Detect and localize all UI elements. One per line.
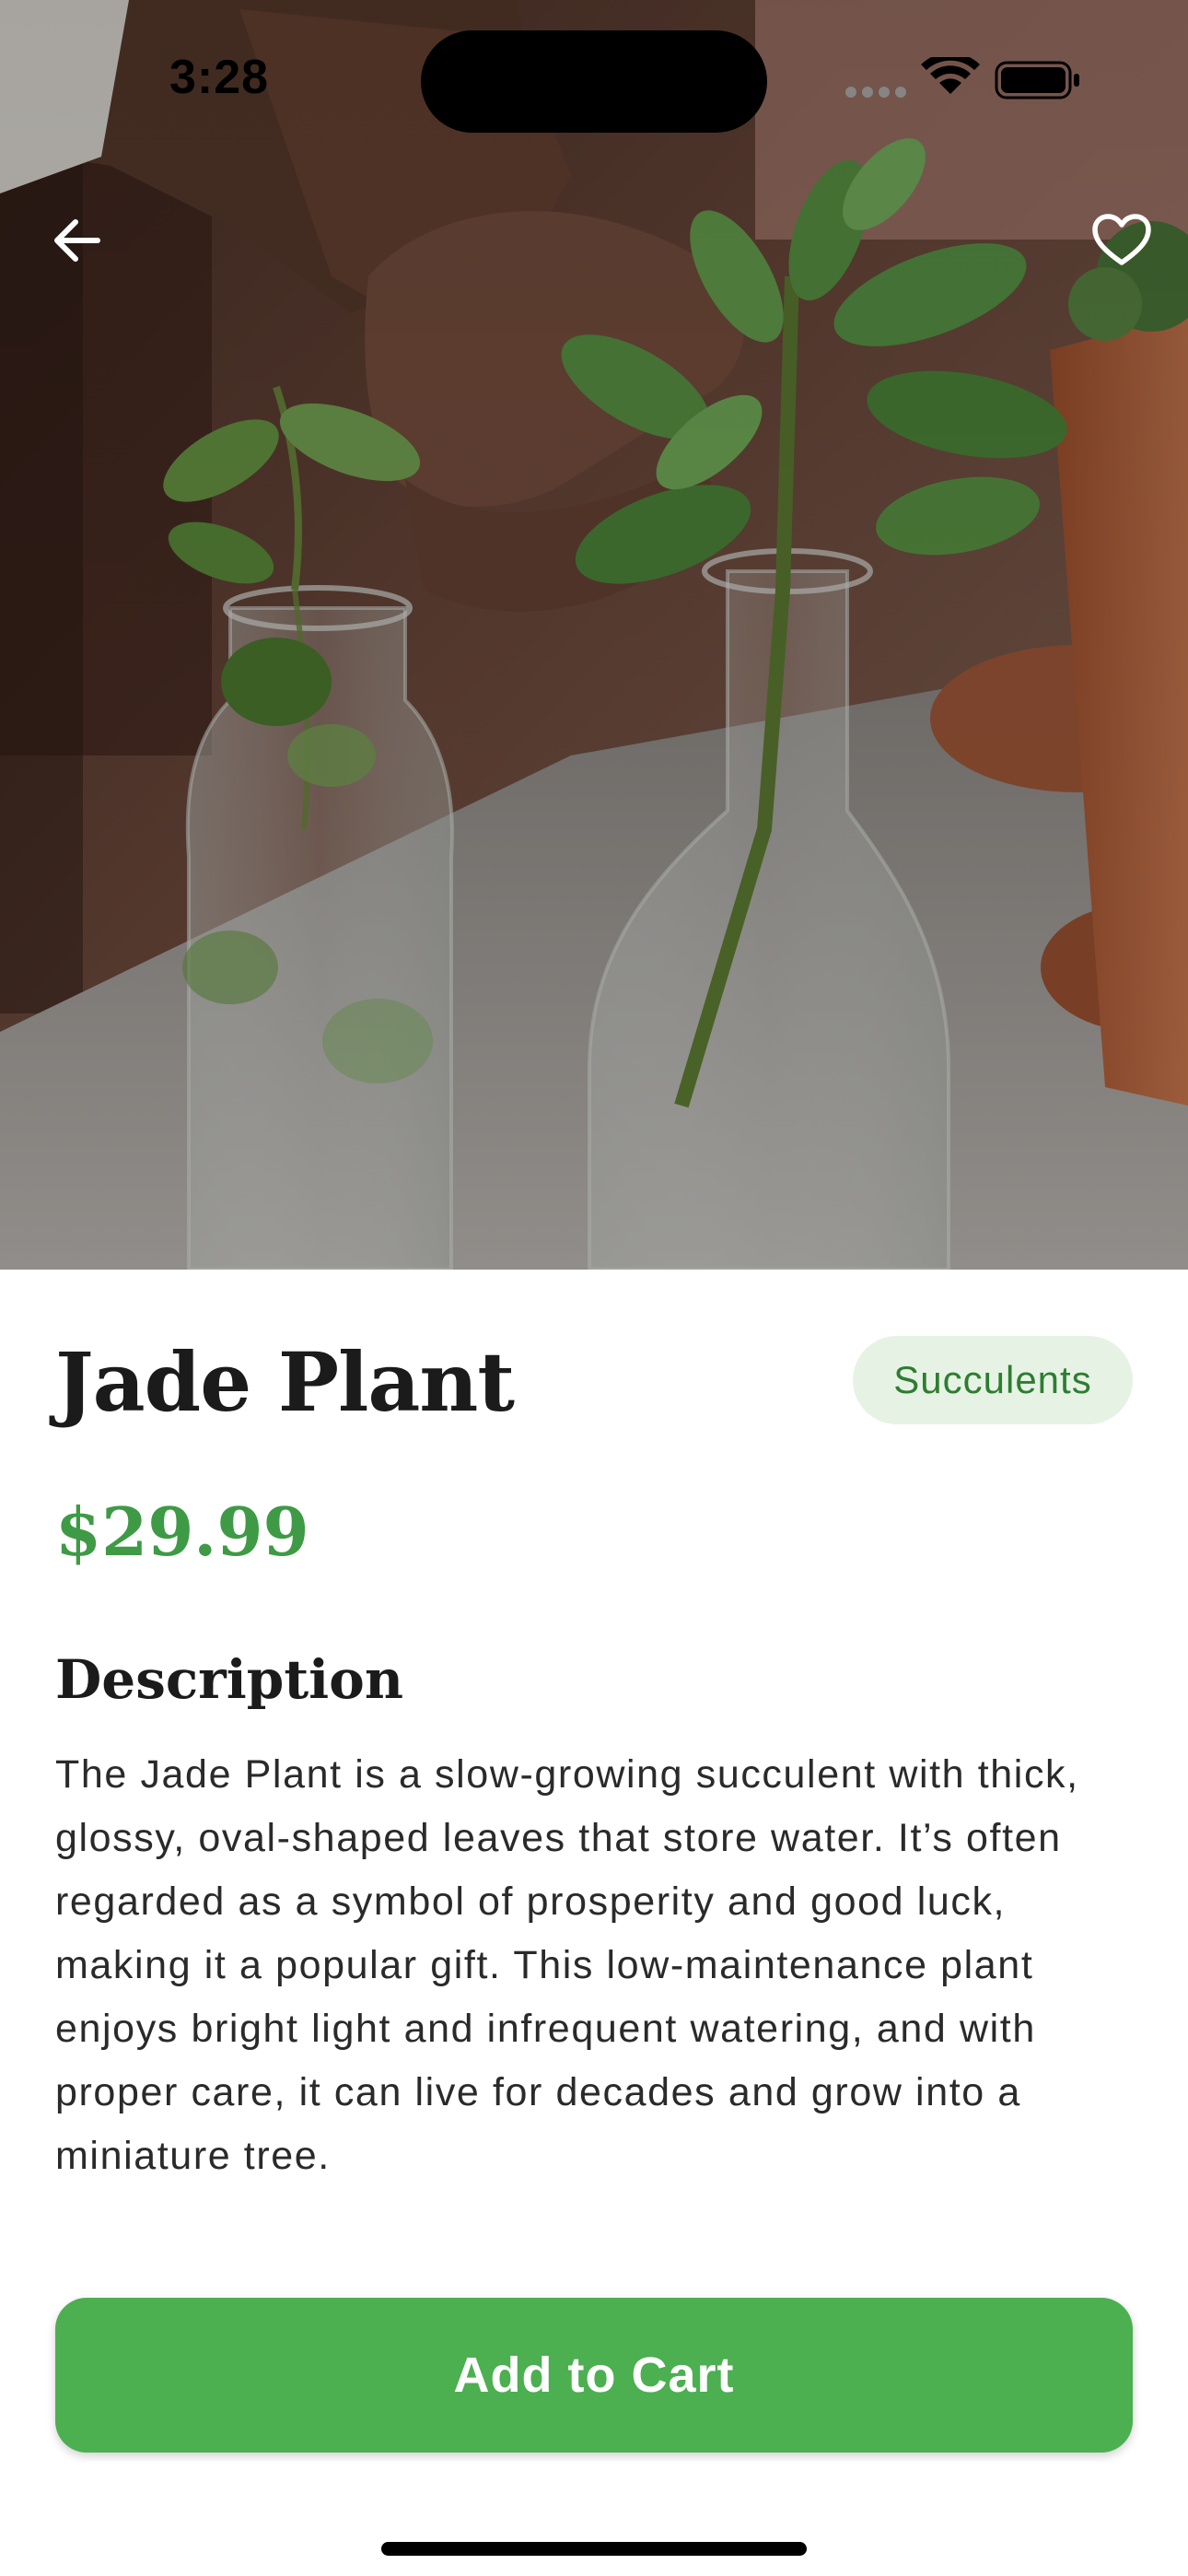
product-hero-image	[0, 0, 1188, 1270]
status-icons	[840, 53, 1089, 103]
status-time: 3:28	[169, 51, 270, 104]
product-title: Jade Plant	[55, 1334, 515, 1430]
favorite-button[interactable]	[1077, 196, 1166, 285]
wifi-icon	[921, 53, 980, 94]
arrow-left-icon	[54, 219, 100, 262]
category-chip: Succulents	[853, 1336, 1133, 1424]
product-price: $29.99	[55, 1493, 309, 1571]
battery-icon	[995, 61, 1079, 100]
heart-outline-icon	[1092, 214, 1151, 265]
cellular-signal-icon	[845, 87, 906, 98]
add-to-cart-button[interactable]: Add to Cart	[55, 2298, 1133, 2453]
description-heading: Description	[55, 1648, 403, 1711]
back-button[interactable]	[33, 196, 122, 285]
home-indicator	[381, 2542, 807, 2556]
dynamic-island	[421, 30, 767, 133]
description-text: The Jade Plant is a slow-growing succule…	[55, 1752, 1079, 2178]
